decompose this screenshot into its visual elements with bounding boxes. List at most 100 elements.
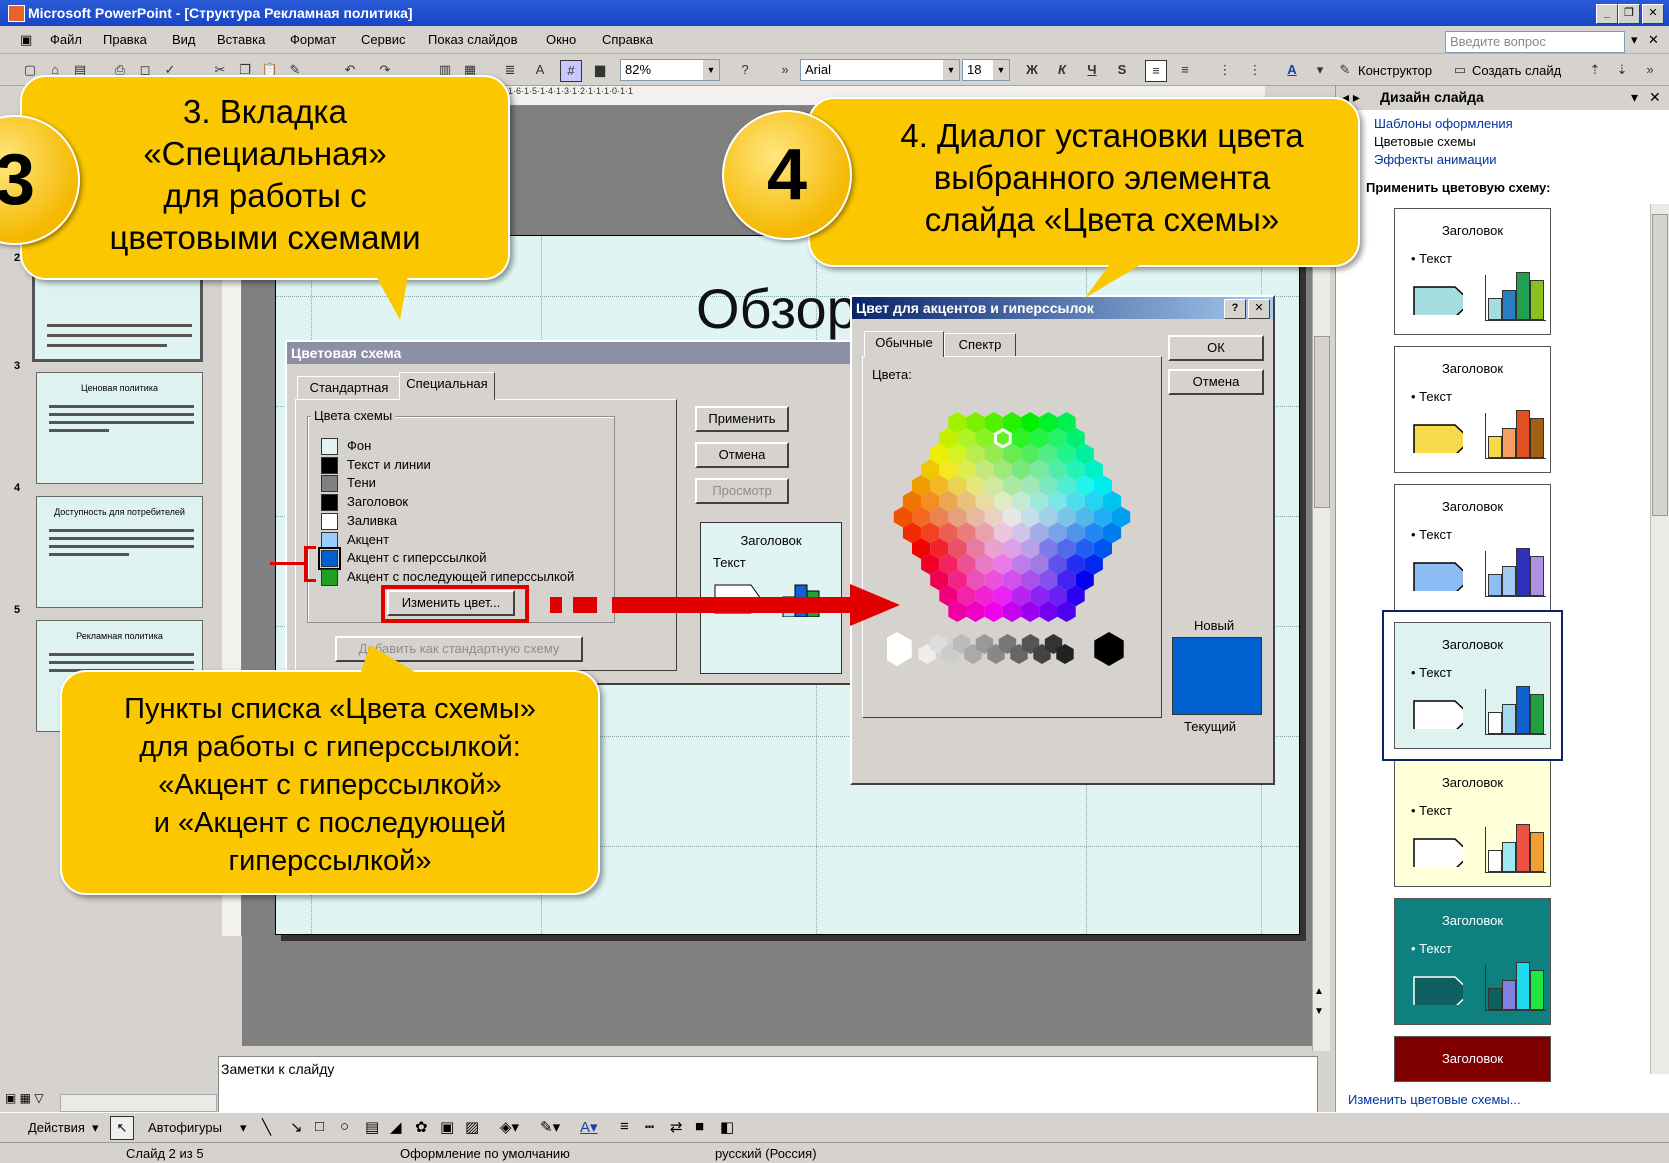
chevron-down-icon[interactable]: ▼ <box>993 60 1009 80</box>
clipart-icon[interactable]: ▣ <box>440 1118 454 1136</box>
picture-icon[interactable]: ▨ <box>465 1118 479 1136</box>
ok-button[interactable]: ОК <box>1168 335 1264 361</box>
apply-button[interactable]: Применить <box>695 406 789 432</box>
align-center-icon[interactable]: ≡ <box>1175 60 1195 80</box>
shadow-style-icon[interactable]: ■ <box>695 1118 704 1135</box>
font-combo[interactable]: Arial ▼ <box>800 59 960 81</box>
notes-pane[interactable]: Заметки к слайду <box>218 1056 1318 1114</box>
color-hexagon-picker[interactable] <box>887 402 1137 672</box>
link-animation-effects[interactable]: Эффекты анимации <box>1374 152 1497 167</box>
scheme-color-item[interactable]: Заливка <box>321 512 611 531</box>
bold-button[interactable]: Ж <box>1022 60 1042 80</box>
color-scheme-option[interactable]: Заголовок • Текст <box>1394 760 1551 887</box>
cancel-button[interactable]: Отмена <box>1168 369 1264 395</box>
dash-style-icon[interactable]: ┅ <box>645 1118 654 1136</box>
chevron-down-icon[interactable]: ▼ <box>703 60 719 80</box>
rectangle-icon[interactable]: □ <box>315 1118 324 1135</box>
arrow-style-icon[interactable]: ⇄ <box>670 1118 683 1136</box>
thumbnail-hscroll[interactable] <box>60 1094 217 1112</box>
menu-file[interactable]: Файл <box>50 32 82 47</box>
help-dropdown-icon[interactable]: ▾ <box>1631 32 1638 48</box>
autoshapes-menu[interactable]: Автофигуры <box>148 1120 222 1135</box>
slide-title[interactable]: Обзор <box>696 276 858 341</box>
tab-standard-colors[interactable]: Обычные <box>864 331 944 357</box>
scheme-color-item[interactable]: Заголовок <box>321 494 611 512</box>
thumbnail-slide-4[interactable]: Доступность для потребителей <box>36 496 203 608</box>
menu-close-icon[interactable]: ✕ <box>1648 32 1659 48</box>
color-scheme-option[interactable]: Заголовок • Текст <box>1394 898 1551 1025</box>
actions-menu[interactable]: Действия <box>28 1120 85 1135</box>
minimize-button[interactable]: _ <box>1596 4 1618 24</box>
font-size-combo[interactable]: 18 ▼ <box>962 59 1010 81</box>
line-style-icon[interactable]: ≡ <box>620 1118 629 1135</box>
close-button[interactable]: ✕ <box>1642 4 1664 24</box>
color-scheme-option[interactable]: Заголовок <box>1394 1036 1551 1082</box>
white-cell[interactable] <box>887 632 912 666</box>
scheme-color-item[interactable]: Акцент <box>321 531 611 550</box>
next-slide-icon[interactable]: ▼ <box>1314 1006 1324 1017</box>
task-pane-scrollbar[interactable] <box>1650 204 1669 1074</box>
select-pointer-icon[interactable]: ↖ <box>110 1116 134 1140</box>
menu-help[interactable]: Справка <box>602 32 653 47</box>
diagram-icon[interactable]: ✿ <box>415 1118 428 1136</box>
close-icon[interactable]: ✕ <box>1649 89 1661 106</box>
menu-format[interactable]: Формат <box>290 32 336 47</box>
numbering-icon[interactable]: ⋮ <box>1215 60 1235 80</box>
tab-spectrum[interactable]: Спектр <box>944 333 1016 357</box>
scheme-color-item[interactable]: Акцент с гиперссылкой <box>318 547 611 571</box>
oval-icon[interactable]: ○ <box>340 1118 349 1135</box>
fill-color-icon[interactable]: ◈▾ <box>500 1118 519 1136</box>
cancel-button[interactable]: Отмена <box>695 442 789 468</box>
link-color-schemes[interactable]: Цветовые схемы <box>1374 134 1476 149</box>
new-slide-icon[interactable]: ▭ <box>1450 60 1470 80</box>
textbox-icon[interactable]: ▤ <box>365 1118 379 1136</box>
line-icon[interactable]: ╲ <box>262 1118 271 1136</box>
arrow-icon[interactable]: ↘ <box>290 1118 303 1136</box>
line-color-icon[interactable]: ✎▾ <box>540 1118 560 1136</box>
font-color-icon[interactable]: A▾ <box>580 1118 598 1136</box>
3d-style-icon[interactable]: ◧ <box>720 1118 734 1136</box>
help-icon[interactable]: ? <box>735 60 755 80</box>
demote-icon[interactable]: ⇣ <box>1612 60 1632 80</box>
menu-edit[interactable]: Правка <box>103 32 147 47</box>
menu-window[interactable]: Окно <box>546 32 576 47</box>
scheme-color-item[interactable]: Тени <box>321 475 611 493</box>
scrollbar-thumb[interactable] <box>1652 214 1668 516</box>
scrollbar-thumb[interactable] <box>1314 336 1330 508</box>
bullets-icon[interactable]: ⋮ <box>1245 60 1265 80</box>
restore-button[interactable]: ❐ <box>1618 4 1640 24</box>
help-button[interactable]: ? <box>1224 299 1246 319</box>
black-cell[interactable] <box>1094 632 1124 666</box>
document-menu-icon[interactable]: ▣ <box>20 32 32 48</box>
color-grayscale-icon[interactable]: ▆ <box>590 60 610 80</box>
designer-button[interactable]: Конструктор <box>1358 63 1432 78</box>
prev-slide-icon[interactable]: ▲ <box>1314 986 1324 997</box>
chevron-down-icon[interactable]: ▾ <box>1631 89 1638 106</box>
color-scheme-option[interactable]: Заголовок • Текст <box>1394 208 1551 335</box>
align-left-icon[interactable]: ≡ <box>1145 60 1167 82</box>
chevron-down-icon[interactable]: ▾ <box>92 1120 99 1136</box>
shadow-button[interactable]: S <box>1112 60 1132 80</box>
menu-view[interactable]: Вид <box>172 32 196 47</box>
menu-insert[interactable]: Вставка <box>217 32 265 47</box>
zoom-combo[interactable]: 82% ▼ <box>620 59 720 81</box>
new-slide-button[interactable]: Создать слайд <box>1472 63 1561 78</box>
link-edit-color-schemes[interactable]: Изменить цветовые схемы... <box>1348 1092 1521 1107</box>
help-search-input[interactable]: Введите вопрос <box>1445 31 1625 53</box>
designer-icon[interactable]: ✎ <box>1335 60 1355 80</box>
chevron-down-icon[interactable]: ▾ <box>1310 60 1330 80</box>
color-scheme-option[interactable]: Заголовок • Текст <box>1394 484 1551 611</box>
underline-button[interactable]: Ч <box>1082 60 1102 80</box>
close-button[interactable]: ✕ <box>1248 299 1270 319</box>
toolbar-overflow-icon[interactable]: » <box>1640 60 1660 80</box>
link-design-templates[interactable]: Шаблоны оформления <box>1374 116 1513 131</box>
preview-button[interactable]: Просмотр <box>695 478 789 504</box>
color-scheme-option[interactable]: Заголовок • Текст <box>1394 346 1551 473</box>
promote-icon[interactable]: ⇡ <box>1585 60 1605 80</box>
toolbar-overflow-icon[interactable]: » <box>775 60 795 80</box>
wordart-icon[interactable]: ◢ <box>390 1118 402 1136</box>
italic-button[interactable]: К <box>1052 60 1072 80</box>
expand-all-icon[interactable]: ≣ <box>500 60 520 80</box>
thumbnail-slide-3[interactable]: Ценовая политика <box>36 372 203 484</box>
tab-custom[interactable]: Специальная <box>399 372 495 400</box>
